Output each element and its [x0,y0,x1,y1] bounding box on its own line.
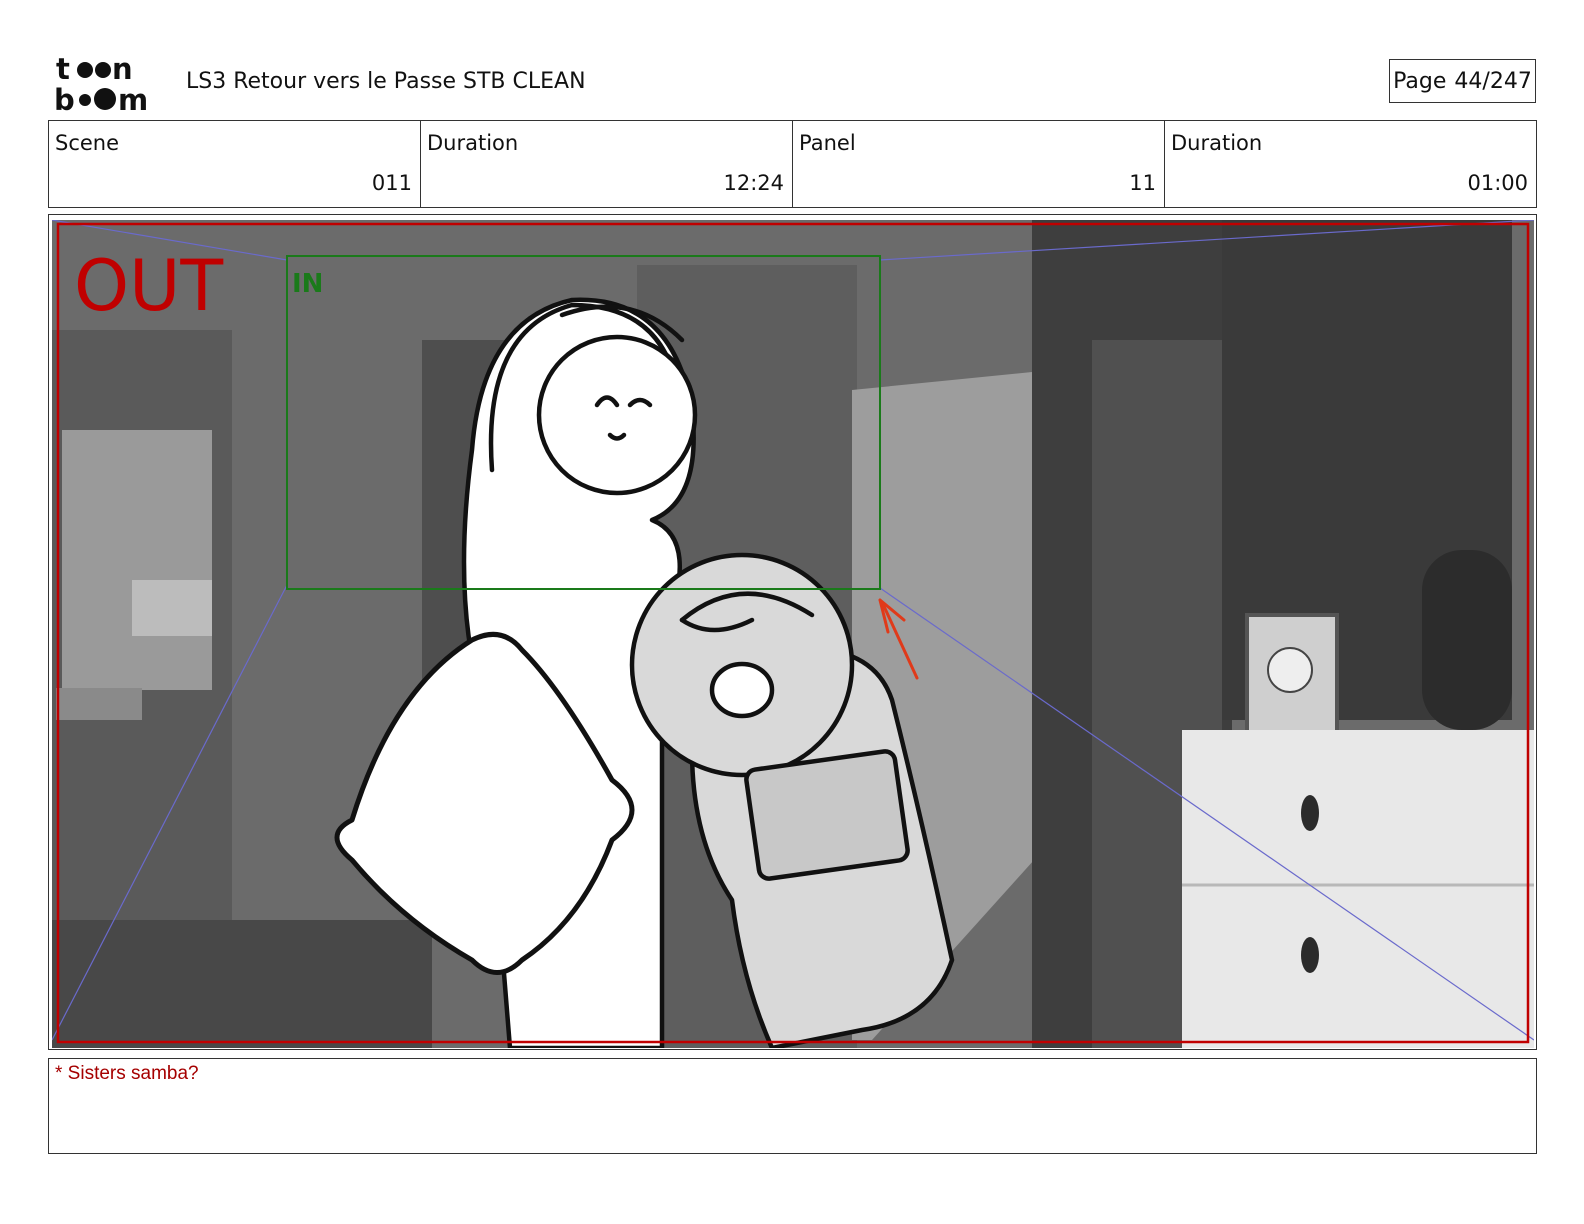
panel-duration-cell: Duration 01:00 [1165,121,1536,207]
armchair [1422,550,1512,730]
notes-box: * Sisters samba? [48,1058,1537,1154]
dresser-knob-bottom [1301,937,1319,973]
scene-label: Scene [55,131,120,155]
svg-text:m: m [118,83,148,112]
panel-duration-label: Duration [1171,131,1263,155]
dresser-knob-top [1301,795,1319,831]
union-jack-poster [56,688,142,720]
panel-label: Panel [799,131,856,155]
in-label: IN [292,269,323,299]
storyboard-panel: OUT IN [52,220,1534,1048]
page-label: Page [1393,68,1447,94]
scene-duration-value: 12:24 [723,171,784,195]
panel-note: * Sisters samba? [55,1063,199,1084]
svg-text:t: t [56,52,70,86]
scene-value: 011 [371,171,412,195]
page-number: 44/247 [1454,68,1532,94]
out-label: OUT [74,245,223,327]
toon-boom-logo: t n b m [54,52,148,112]
floor-clutter [52,920,432,1048]
page-indicator: Page 44/247 [1389,59,1536,103]
scene-cell: Scene 011 [49,121,421,207]
document-title: LS3 Retour vers le Passe STB CLEAN [186,69,586,94]
dresser [1182,730,1534,1048]
window-glow [62,430,212,690]
picture-face [1267,647,1313,693]
scene-duration-label: Duration [427,131,519,155]
scene-info-table: Scene 011 Duration 12:24 Panel 11 Durati… [48,120,1537,208]
scene-duration-cell: Duration 12:24 [421,121,793,207]
lamp-shade [132,580,212,636]
panel-value: 11 [1129,171,1156,195]
panel-duration-value: 01:00 [1467,171,1528,195]
panel-cell: Panel 11 [793,121,1165,207]
svg-text:n: n [112,52,133,86]
svg-text:b: b [54,83,75,112]
